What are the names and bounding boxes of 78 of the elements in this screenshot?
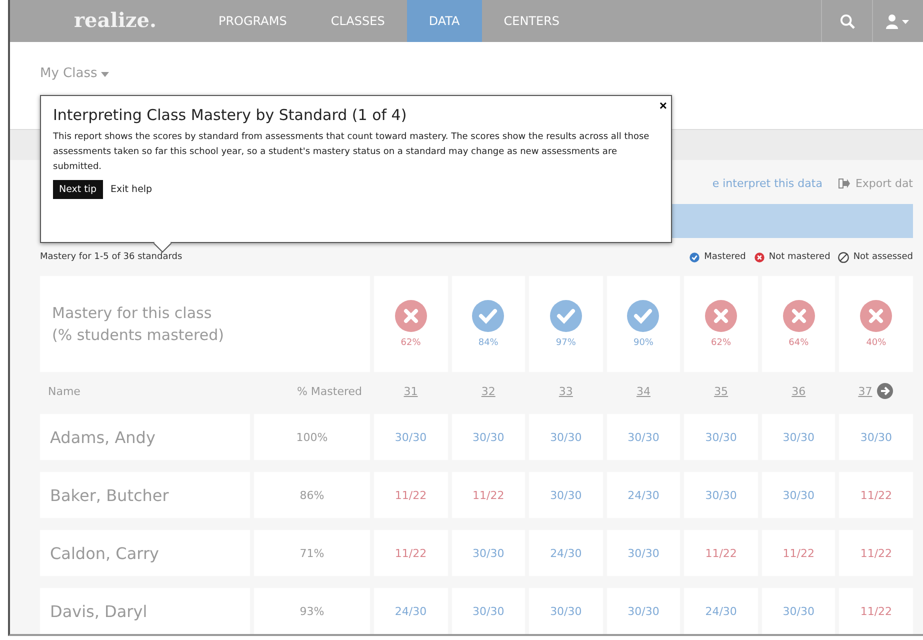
score-cell: 30/30 <box>606 530 680 576</box>
score-cell: 24/30 <box>374 588 448 634</box>
score-cell: 30/30 <box>606 414 680 460</box>
score-cell: 30/30 <box>762 588 836 634</box>
column-header: Name <box>47 384 82 400</box>
percent-text: 64% <box>788 338 809 348</box>
user-menu-icon[interactable] <box>886 14 910 28</box>
export-data-link[interactable]: Export dat <box>838 176 913 190</box>
slashed-circle-icon <box>838 252 850 262</box>
score-cell: 30/30 <box>529 472 603 518</box>
percent-mastered-cell: 100% <box>254 414 370 460</box>
score-cell: 24/30 <box>529 530 603 576</box>
score-cell: 30/30 <box>762 472 836 518</box>
exit-help-link[interactable]: Exit help <box>110 184 152 195</box>
next-tip-button[interactable]: Next tip <box>53 180 103 199</box>
standard-header-link[interactable]: 33 <box>558 384 573 398</box>
nav-tab[interactable]: CLASSES <box>308 0 407 42</box>
class-dropdown[interactable]: My Class <box>40 66 110 81</box>
score-cell: 30/30 <box>606 588 680 634</box>
student-name-cell: Davis, Daryl <box>40 588 250 634</box>
legend-label: Not mastered <box>768 252 830 262</box>
close-button[interactable]: × <box>659 98 667 113</box>
standard-header-link[interactable]: 31 <box>404 384 418 398</box>
score-cell: 30/30 <box>452 414 526 460</box>
nav-tab[interactable]: DATA <box>406 0 482 42</box>
score-cell: 11/22 <box>374 472 448 518</box>
score-cell: 30/30 <box>762 414 836 460</box>
percent-mastered-cell: 71% <box>254 530 370 576</box>
standard-header-link[interactable]: 36 <box>792 384 806 398</box>
legend-label: Not assessed <box>853 252 913 262</box>
standard-header-link[interactable]: 35 <box>714 384 728 398</box>
score-cell: 30/30 <box>452 588 526 634</box>
percent-text: 90% <box>633 338 654 348</box>
percent-text: 97% <box>556 338 576 348</box>
score-cell: 24/30 <box>684 588 758 634</box>
student-name-cell: Baker, Butcher <box>40 472 250 518</box>
export-icon <box>838 178 850 188</box>
class-mastery-label: Mastery for this class <box>52 303 213 324</box>
score-cell: 11/22 <box>684 530 758 576</box>
score-cell: 30/30 <box>529 588 603 634</box>
interpret-data-link[interactable]: e interpret this data <box>712 176 822 190</box>
percent-text: 84% <box>478 338 498 348</box>
percent-text: 40% <box>866 338 886 348</box>
standard-header-link[interactable]: 32 <box>481 384 496 398</box>
score-cell: 24/30 <box>606 472 680 518</box>
percent-text: 62% <box>711 338 732 348</box>
standard-header-link[interactable]: 34 <box>636 384 650 398</box>
logo[interactable]: realize. <box>10 0 196 42</box>
tooltip-text: This report shows the scores by standard from assessments that count toward mastery. The scores show the results across all those assessments taken so far this school year, so a student's mastery status on a standard may change as new assessments are submitted. <box>53 131 650 174</box>
score-cell: 11/22 <box>839 472 913 518</box>
standards-range-text: Mastery for 1-5 of 36 standards <box>40 252 182 262</box>
percent-text: 62% <box>400 338 421 348</box>
score-cell: 11/22 <box>839 588 913 634</box>
legend-label: Mastered <box>704 252 746 262</box>
nav-tab[interactable]: PROGRAMS <box>196 0 309 42</box>
score-cell: 11/22 <box>762 530 836 576</box>
score-cell: 30/30 <box>684 414 758 460</box>
score-cell: 30/30 <box>684 472 758 518</box>
student-name-cell: Caldon, Carry <box>40 530 250 576</box>
percent-mastered-cell: 93% <box>254 588 370 634</box>
check-circle-icon <box>689 252 700 262</box>
nav-tab[interactable]: CENTERS <box>482 0 582 42</box>
score-cell: 11/22 <box>839 530 913 576</box>
tooltip-title: Interpreting Class Mastery by Standard (1 of 4) <box>53 106 408 124</box>
score-cell: 30/30 <box>374 414 448 460</box>
x-circle-icon <box>754 252 765 262</box>
column-header: % Mastered <box>296 384 363 400</box>
score-cell: 30/30 <box>529 414 603 460</box>
search-icon[interactable] <box>840 14 854 28</box>
caret-icon <box>101 72 110 77</box>
score-cell: 11/22 <box>374 530 448 576</box>
standard-header-link[interactable]: 37 <box>858 384 872 398</box>
score-cell: 11/22 <box>452 472 526 518</box>
score-cell: 30/30 <box>452 530 526 576</box>
percent-mastered-cell: 86% <box>254 472 370 518</box>
class-mastery-sublabel: (% students mastered) <box>52 325 225 346</box>
student-name-cell: Adams, Andy <box>40 414 250 460</box>
score-cell: 30/30 <box>839 414 913 460</box>
